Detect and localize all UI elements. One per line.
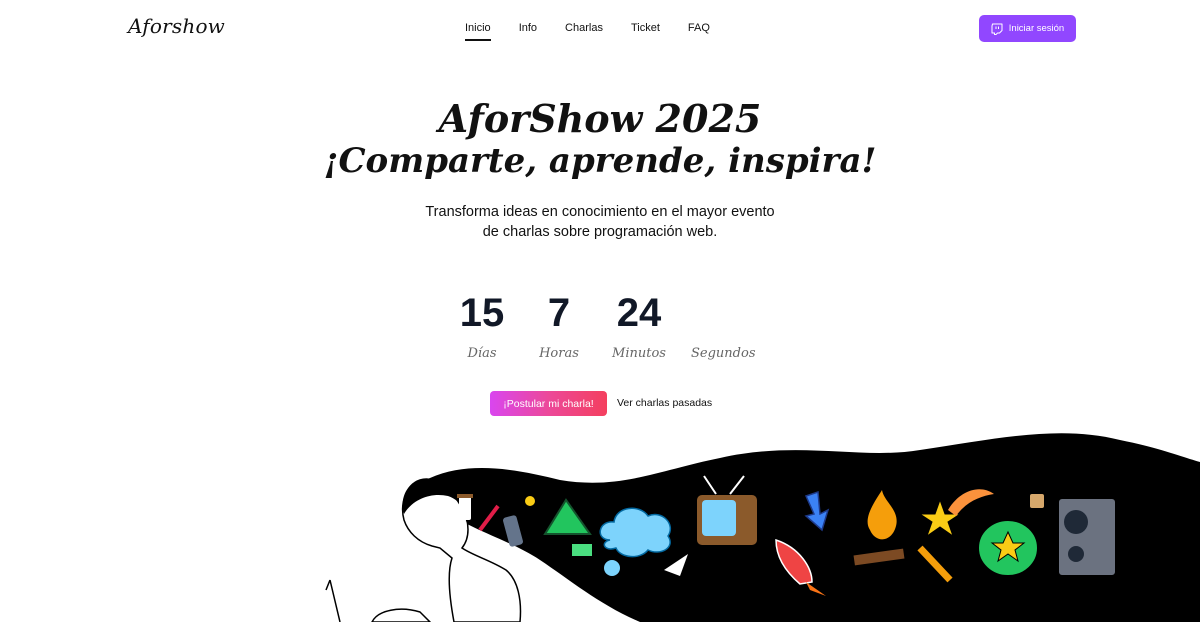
description-line-2: de charlas sobre programación web. [482,224,718,240]
twitch-icon [991,23,1003,35]
lightbulb-icon [525,496,535,506]
countdown: 15 Días 7 Horas 24 Minutos Segundos [455,290,756,361]
hero-illustration [325,433,1200,622]
main-nav: Inicio Info Charlas Ticket FAQ [465,22,738,41]
hero-subtitle: ¡Comparte, aprende, inspira! [323,141,877,181]
countdown-minutes: 24 Minutos [611,290,667,361]
speaker-icon [1057,497,1117,577]
coffee-cup-icon [457,494,473,520]
hero-title: AforShow 2025 [438,96,762,141]
login-label: Iniciar sesión [1008,23,1065,34]
nav-item-inicio[interactable]: Inicio [465,22,491,41]
site-logo[interactable]: Aforshow [128,14,225,38]
site-header: Aforshow Inicio Info Charlas Ticket FAQ … [0,0,1200,58]
nav-item-faq[interactable]: FAQ [688,22,710,41]
chat-bubble-star-icon [977,519,1039,577]
small-character-icon [1030,494,1044,508]
nav-item-charlas[interactable]: Charlas [565,22,603,41]
nav-item-info[interactable]: Info [519,22,537,41]
countdown-hours-label: Horas [539,346,579,361]
countdown-hours-value: 7 [547,291,571,335]
countdown-seconds-label: Segundos [691,346,756,361]
description-line-1: Transforma ideas en conocimiento en el m… [425,204,775,220]
countdown-days-label: Días [467,346,497,361]
countdown-days-value: 15 [459,291,505,335]
past-talks-link[interactable]: Ver charlas pasadas [617,397,712,409]
countdown-days: 15 Días [455,290,509,361]
nav-item-ticket[interactable]: Ticket [631,22,660,41]
submit-talk-button[interactable]: ¡Postular mi charla! [490,391,607,416]
hero-description: Transforma ideas en conocimiento en el m… [0,202,1200,242]
countdown-seconds: Segundos [691,290,756,361]
countdown-minutes-value: 24 [616,291,662,335]
countdown-hours: 7 Horas [533,290,585,361]
small-cloud-icon [604,560,620,576]
countdown-minutes-label: Minutos [612,346,666,361]
countdown-seconds-value [691,290,751,336]
login-button[interactable]: Iniciar sesión [979,15,1076,42]
battery-icon [572,544,592,556]
